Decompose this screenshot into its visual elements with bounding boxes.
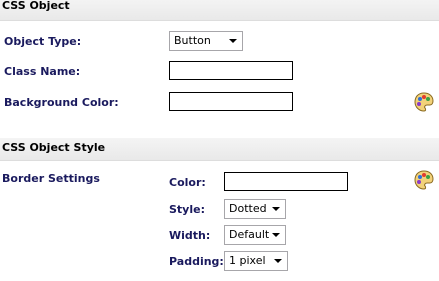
background-color-label: Background Color: — [4, 96, 119, 109]
object-type-value: Button — [174, 34, 211, 47]
object-type-label: Object Type: — [4, 35, 82, 48]
border-style-label: Style: — [169, 203, 205, 216]
border-color-label: Color: — [169, 176, 206, 189]
chevron-down-icon — [272, 207, 280, 211]
border-width-label: Width: — [169, 229, 211, 242]
css-object-header-label: CSS Object — [2, 0, 70, 12]
chevron-down-icon — [272, 233, 280, 237]
border-width-value: Default — [229, 228, 270, 241]
border-settings-label: Border Settings — [2, 172, 100, 185]
color-palette-icon[interactable] — [413, 91, 435, 113]
class-name-label: Class Name: — [4, 65, 81, 78]
chevron-down-icon — [229, 39, 237, 43]
css-object-style-header-label: CSS Object Style — [2, 141, 106, 154]
border-style-value: Dotted — [229, 202, 267, 215]
padding-label: Padding: — [169, 255, 224, 268]
border-style-select[interactable]: Dotted — [224, 199, 286, 219]
border-color-input[interactable] — [224, 172, 348, 191]
object-type-select[interactable]: Button — [169, 31, 243, 51]
chevron-down-icon — [274, 259, 282, 263]
css-object-style-header: CSS Object Style — [0, 138, 439, 161]
css-object-header: CSS Object — [0, 0, 439, 21]
border-width-select[interactable]: Default — [224, 225, 286, 245]
background-color-input[interactable] — [169, 92, 293, 111]
padding-value: 1 pixel — [229, 254, 266, 267]
color-palette-icon[interactable] — [413, 169, 435, 191]
class-name-input[interactable] — [169, 61, 293, 80]
padding-select[interactable]: 1 pixel — [224, 251, 288, 271]
